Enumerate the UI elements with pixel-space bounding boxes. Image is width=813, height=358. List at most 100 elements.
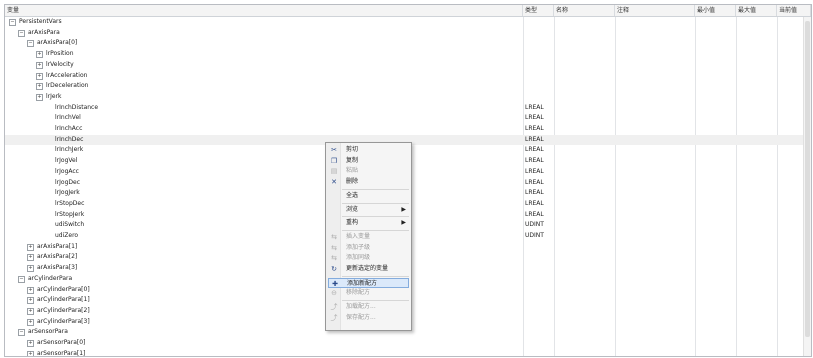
column-header-type[interactable]: 类型 [523, 5, 554, 16]
tree-row[interactable]: lrInchAcc LREAL [5, 124, 803, 135]
submenu-arrow-icon: ▶ [401, 219, 406, 227]
tree-row[interactable]: lrInchDistance LREAL [5, 103, 803, 114]
expand-icon[interactable]: + [27, 318, 34, 326]
variable-name: lrDeceleration [46, 82, 89, 90]
variable-type: LREAL [525, 146, 544, 154]
collapse-icon[interactable]: − [18, 29, 25, 37]
tree-row[interactable]: − arAxisPara [5, 28, 803, 39]
menu-item[interactable]: ✂ 剪切 [328, 145, 409, 155]
column-header-name[interactable]: 名称 [554, 5, 615, 16]
collapse-icon[interactable]: − [18, 275, 25, 283]
scissors-icon: ✂ [331, 146, 337, 154]
expand-icon[interactable]: + [27, 286, 34, 294]
copy-icon: ❐ [330, 156, 338, 165]
menu-item[interactable]: 全选 [328, 191, 409, 201]
expand-icon[interactable]: + [36, 83, 43, 91]
tree-row[interactable]: + lrPosition [5, 49, 803, 60]
menu-item[interactable]: 浏览 ▶ [328, 205, 409, 215]
expand-icon[interactable]: + [27, 340, 34, 347]
menu-item[interactable]: ✕ 删除 [328, 177, 409, 187]
tree-row[interactable]: − arAxisPara[0] [5, 38, 803, 49]
menu-item[interactable]: ⇆ 插入变量 [328, 232, 409, 242]
tree-cell: + arCylinderPara[2] [5, 306, 523, 317]
menu-item-label: 剪切 [346, 146, 359, 153]
variable-name: arCylinderPara[2] [37, 306, 90, 314]
variable-type: LREAL [525, 210, 544, 218]
variable-type: UDINT [525, 221, 544, 229]
column-header-variable[interactable]: 变量 [5, 5, 523, 16]
tree-cell: lrJogJerk [5, 188, 523, 199]
tree-cell: udiZero [5, 231, 523, 242]
expand-icon[interactable]: + [27, 265, 34, 273]
expand-icon[interactable]: + [27, 243, 34, 251]
tree-row[interactable]: + lrAcceleration [5, 71, 803, 82]
add-sibling-icon: ⇆ [331, 254, 337, 263]
variable-name: lrJogVel [55, 157, 78, 165]
menu-item[interactable]: 重构 ▶ [328, 218, 409, 228]
variable-name: arAxisPara [28, 28, 60, 36]
menu-separator [342, 229, 409, 231]
add-child-icon: ⇆ [331, 243, 337, 252]
menu-item[interactable]: ⇆ 添加子级 [328, 243, 409, 253]
menu-item-label: 粘贴 [346, 167, 359, 175]
menu-item-label: 添加子级 [346, 243, 371, 251]
tree-cell: udiSwitch [5, 220, 523, 231]
variable-name: lrPosition [46, 50, 74, 58]
tree-cell: − arAxisPara[0] [5, 38, 523, 49]
menu-separator [342, 300, 409, 302]
tree-cell: + arSensorPara[1] [5, 349, 523, 356]
tree-row[interactable]: + arSensorPara[1] [5, 349, 803, 356]
expand-icon[interactable]: + [36, 72, 43, 80]
variable-name: arCylinderPara[0] [37, 285, 90, 293]
submenu-arrow-icon: ▶ [401, 205, 406, 213]
menu-separator [342, 202, 409, 204]
expand-icon[interactable]: + [36, 61, 43, 69]
variable-name: lrAcceleration [46, 71, 88, 79]
menu-item[interactable]: ↻ 更新选定的变量 [328, 264, 409, 274]
collapse-icon[interactable]: − [9, 19, 16, 26]
menu-item[interactable]: ⇆ 添加同级 [328, 253, 409, 263]
menu-item[interactable]: ▤ 粘贴 [328, 166, 409, 176]
menu-item[interactable]: ⊖ 移除配方 [328, 288, 409, 298]
variable-name: lrInchAcc [55, 125, 83, 132]
menu-item[interactable]: ⤴ 加载配方... [328, 302, 409, 312]
tree-cell: + lrDeceleration [5, 81, 523, 92]
menu-item[interactable]: ⤴ 保存配方... [328, 313, 409, 323]
variable-name: lrInchDistance [55, 103, 99, 111]
expand-icon[interactable]: + [36, 51, 43, 59]
column-header-min[interactable]: 最小值 [695, 5, 736, 16]
expand-icon[interactable]: + [27, 350, 34, 356]
expand-icon[interactable]: + [27, 297, 34, 305]
menu-item-label: 插入变量 [346, 232, 371, 240]
menu-item-label: 添加新配方 [347, 279, 378, 287]
column-header-max[interactable]: 最大值 [736, 5, 777, 16]
variable-name: lrJogJerk [55, 189, 80, 197]
tree-row[interactable]: lrInchVel LREAL [5, 113, 803, 124]
menu-item-label: 移除配方 [346, 289, 371, 297]
collapse-icon[interactable]: − [18, 329, 25, 337]
variable-type: LREAL [525, 157, 544, 165]
tree-row[interactable]: + lrDeceleration [5, 81, 803, 92]
tree-cell: lrInchVel [5, 113, 523, 124]
menu-item[interactable]: ❐ 复制 [328, 156, 409, 166]
tree-cell: + arCylinderPara[3] [5, 317, 523, 328]
vertical-scrollbar[interactable] [803, 17, 811, 356]
column-header-current[interactable]: 当前值 [777, 5, 811, 16]
menu-item[interactable]: ✚ 添加新配方 [328, 277, 409, 288]
variable-name: arSensorPara[1] [37, 349, 86, 356]
tree-cell: + arCylinderPara[0] [5, 285, 523, 296]
variable-name: arAxisPara[2] [37, 253, 78, 261]
column-header-comment[interactable]: 注释 [615, 5, 695, 16]
tree-row[interactable]: − PersistentVars [5, 17, 803, 28]
tree-row[interactable]: + lrVelocity [5, 60, 803, 71]
expand-icon[interactable]: + [27, 254, 34, 262]
scrollbar-thumb[interactable] [805, 21, 810, 337]
expand-icon[interactable]: + [36, 93, 43, 101]
expand-icon[interactable]: + [27, 307, 34, 315]
collapse-icon[interactable]: − [27, 40, 34, 48]
tree-row[interactable]: + arSensorPara[0] [5, 338, 803, 349]
tree-cell: + arCylinderPara[1] [5, 295, 523, 306]
tree-cell: lrStopJerk [5, 210, 523, 221]
tree-row[interactable]: + lrJerk [5, 92, 803, 103]
tree-cell: lrInchDistance [5, 103, 523, 114]
